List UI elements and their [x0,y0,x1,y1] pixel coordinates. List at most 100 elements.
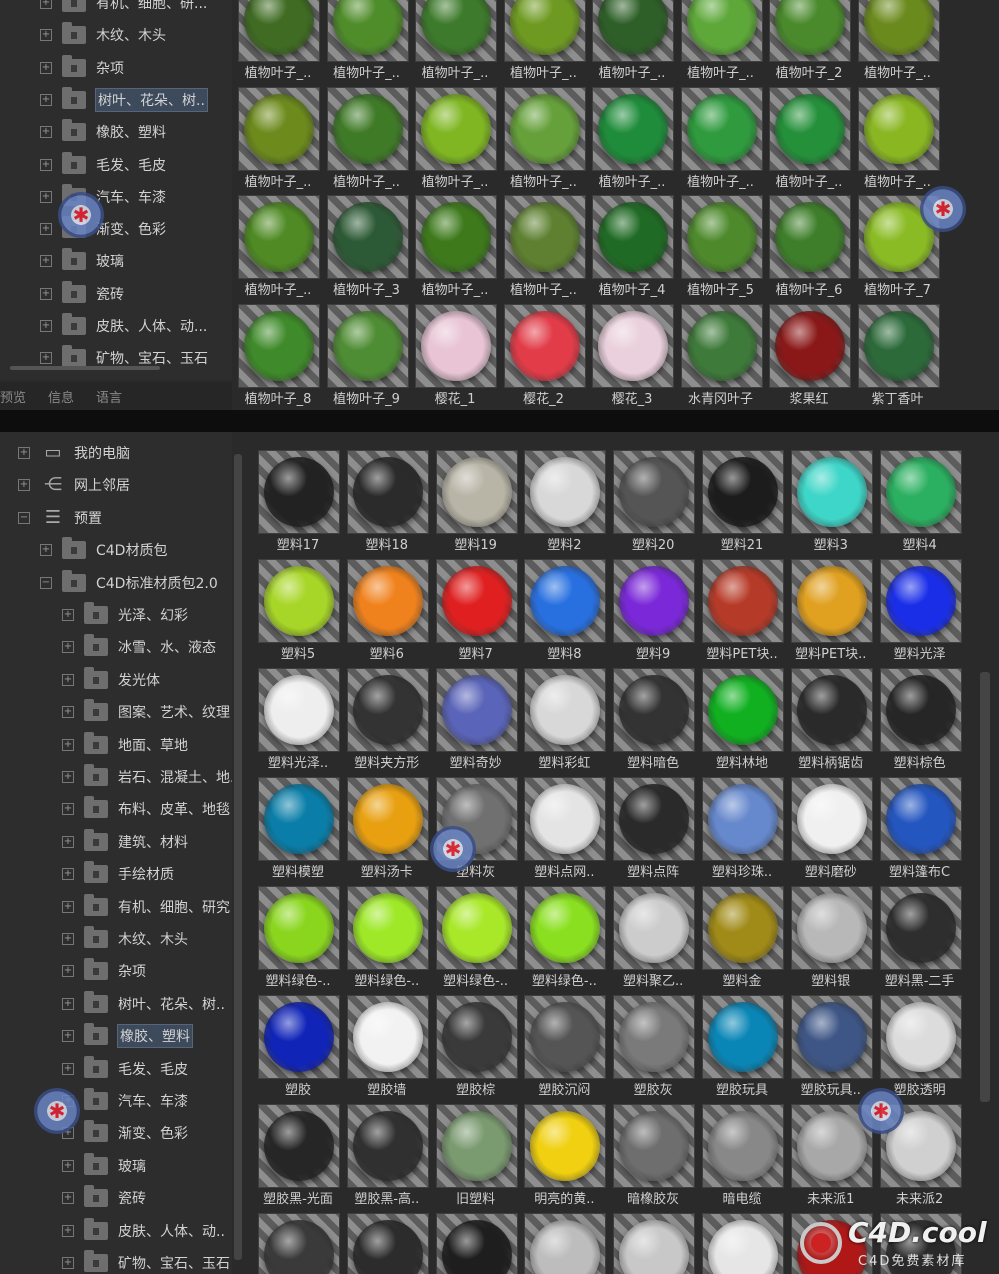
expand-toggle-icon[interactable]: + [18,447,30,459]
tab-info[interactable]: 信息 [48,387,74,406]
material-cell[interactable]: 塑胶灰 [613,995,696,1098]
tab-preview[interactable]: 预览 [0,387,26,406]
expand-toggle-icon[interactable]: + [18,479,30,492]
material-cell[interactable]: 塑料点阵 [613,777,696,880]
tree-item[interactable]: + 树叶、花朵、树.. [62,989,225,1019]
material-cell[interactable]: 植物叶子_.. [415,195,497,298]
expand-toggle-icon[interactable]: − [40,576,52,589]
material-cell[interactable]: 塑料17 [258,450,340,553]
tree-horizontal-scrollbar[interactable] [10,366,160,370]
material-cell[interactable]: 塑料绿色-.. [435,886,518,989]
expand-toggle-icon[interactable]: + [40,544,52,557]
material-cell[interactable]: 塑料7 [435,559,518,662]
tree-item[interactable]: + 皮肤、人体、动.. [62,1216,225,1246]
expand-toggle-icon[interactable]: − [18,511,30,524]
expand-toggle-icon[interactable]: + [62,965,74,978]
expand-toggle-icon[interactable]: + [62,1192,74,1205]
material-cell[interactable]: 植物叶子_.. [238,195,320,298]
material-cell[interactable]: 植物叶子_.. [326,0,409,81]
expand-toggle-icon[interactable]: + [62,1062,74,1075]
expand-toggle-icon[interactable]: + [62,609,74,621]
material-cell[interactable]: 塑料PET块.. [790,559,873,662]
material-cell[interactable]: 植物叶子_.. [769,86,851,190]
material-cell[interactable]: 塑料珍珠.. [702,777,784,880]
material-cell[interactable]: 塑料绿色-.. [346,886,429,989]
material-cell[interactable] [524,1213,607,1274]
tree-item[interactable]: + 冰雪、水、液态 [62,632,216,662]
expand-toggle-icon[interactable]: + [40,0,52,9]
tree-item[interactable]: + C4D材质包 [40,535,167,565]
material-cell[interactable]: 旧塑料 [435,1104,518,1207]
material-cell[interactable]: 植物叶子_.. [415,86,497,190]
tree-item[interactable]: + 木纹、木头 [40,20,166,50]
material-cell[interactable]: 植物叶子_3 [326,195,409,298]
material-cell[interactable]: 樱花_1 [415,303,497,407]
material-cell[interactable]: 塑料19 [435,450,518,553]
material-cell[interactable]: 塑料6 [346,559,429,662]
expand-toggle-icon[interactable]: + [40,255,52,268]
material-cell[interactable]: 塑胶玩具.. [790,995,873,1098]
material-cell[interactable]: 塑料模塑 [258,777,340,880]
material-cell[interactable]: 塑料18 [346,450,429,553]
tree-item[interactable]: + ▭ 我的电脑 [18,438,130,468]
tree-item[interactable]: + 橡胶、塑料 [62,1021,193,1051]
material-cell[interactable]: 植物叶子_.. [503,0,586,81]
material-cell[interactable]: 植物叶子_.. [326,86,409,190]
material-cell[interactable]: 塑料9 [613,559,696,662]
material-cell[interactable]: 塑胶 [258,995,340,1098]
tree-item[interactable]: + 皮肤、人体、动... [40,311,207,341]
expand-toggle-icon[interactable]: + [62,1030,74,1043]
material-cell[interactable]: 植物叶子_.. [238,0,320,81]
material-cell[interactable]: 植物叶子_.. [857,0,940,81]
tree-item[interactable]: + 矿物、宝石、玉石 [62,1248,230,1274]
material-cell[interactable]: 植物叶子_9 [326,303,409,407]
tree-item[interactable]: +汽车、车漆 [62,1086,188,1116]
material-cell[interactable]: 水青冈叶子 [680,303,763,407]
expand-toggle-icon[interactable]: + [40,320,52,332]
tree-item[interactable]: + 橡胶、塑料 [40,117,166,147]
material-cell[interactable]: 植物叶子_.. [857,86,940,190]
grid-vertical-scrollbar[interactable] [980,672,990,1102]
material-cell[interactable]: 塑料光泽.. [258,668,340,771]
material-cell[interactable]: 塑料金 [702,886,784,989]
material-cell[interactable]: 塑料聚乙.. [613,886,696,989]
expand-toggle-icon[interactable]: + [62,868,74,881]
material-cell[interactable]: 塑料黑-二手 [879,886,962,989]
expand-toggle-icon[interactable]: + [62,835,74,848]
expand-toggle-icon[interactable]: + [40,287,52,300]
material-cell[interactable]: 植物叶子_.. [592,0,674,81]
material-cell[interactable]: 塑料奇妙 [435,668,518,771]
tab-language[interactable]: 语言 [96,387,122,406]
tree-item[interactable]: − C4D标准材质包2.0 [40,568,218,598]
material-cell[interactable]: 植物叶子_.. [503,86,586,190]
material-cell[interactable]: 塑料8 [524,559,607,662]
material-cell[interactable]: 塑料汤卡 [346,777,429,880]
material-cell[interactable]: 塑料柄锯齿 [790,668,873,771]
material-cell[interactable]: 塑料点网.. [524,777,607,880]
tree-item[interactable]: + 瓷砖 [40,279,124,309]
material-cell[interactable]: 塑料林地 [702,668,784,771]
expand-toggle-icon[interactable]: + [40,29,52,42]
material-cell[interactable]: 塑胶黑-光面 [258,1104,340,1207]
expand-toggle-icon[interactable]: + [62,1224,74,1237]
expand-toggle-icon[interactable]: + [62,771,74,783]
expand-toggle-icon[interactable]: + [62,933,74,945]
tree-item[interactable]: + 发光体 [62,665,160,695]
material-cell[interactable]: 植物叶子_.. [415,0,497,81]
tree-item[interactable]: + 树叶、花朵、树.. [40,85,208,115]
material-cell[interactable]: 浆果红 [769,303,851,407]
material-cell[interactable]: 塑料2 [524,450,607,553]
expand-toggle-icon[interactable]: + [62,641,74,654]
material-cell[interactable]: 植物叶子_.. [680,0,763,81]
expand-toggle-icon[interactable]: + [40,158,52,171]
material-cell[interactable]: 植物叶子_5 [680,195,763,298]
material-cell[interactable]: 塑料3 [790,450,873,553]
expand-toggle-icon[interactable]: + [62,803,74,816]
material-cell[interactable]: 植物叶子_4 [592,195,674,298]
tree-item[interactable]: + 玻璃 [40,246,124,276]
material-cell[interactable]: 塑料20 [613,450,696,553]
material-cell[interactable] [613,1213,696,1274]
material-cell[interactable]: 塑料彩虹 [524,668,607,771]
tree-item[interactable]: + 光泽、幻彩 [62,600,188,630]
expand-toggle-icon[interactable]: + [62,1159,74,1172]
